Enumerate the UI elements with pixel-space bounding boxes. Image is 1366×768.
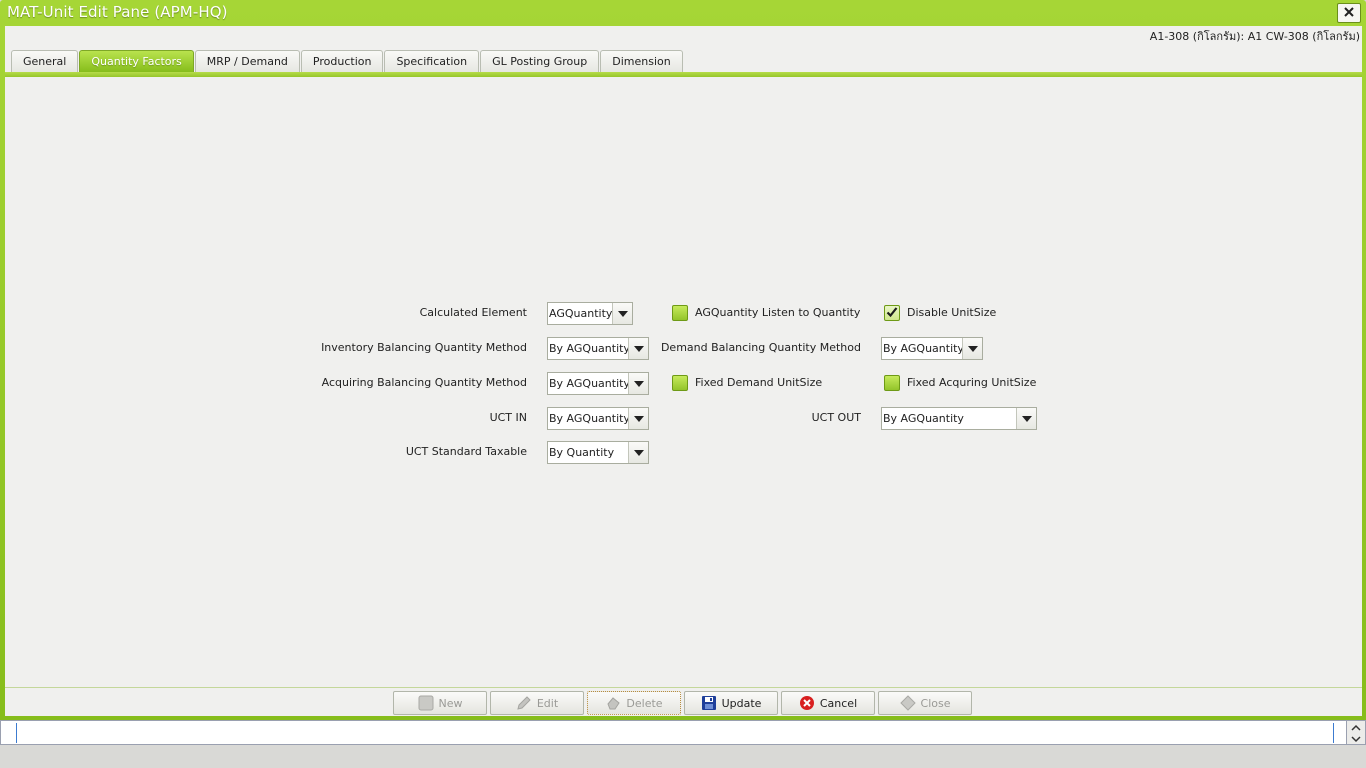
ag-listen-checkbox[interactable] [672,305,688,321]
chevron-down-icon[interactable] [628,408,648,429]
update-button[interactable]: Update [684,691,778,715]
ag-listen-label: AGQuantity Listen to Quantity [695,306,861,319]
fixed-demand-checkbox[interactable] [672,375,688,391]
cancel-button-label: Cancel [819,696,858,710]
calculated-element-value: AGQuantity [549,307,612,320]
chevron-down-icon[interactable] [1347,733,1365,745]
delete-button-label: Delete [626,696,663,710]
demand-balancing-label: Demand Balancing Quantity Method [660,341,861,354]
uct-in-value: By AGQuantity [549,412,628,425]
inventory-balancing-value: By AGQuantity [549,342,628,355]
tab-dimension[interactable]: Dimension [600,50,683,72]
chevron-down-icon[interactable] [612,303,632,324]
tab-mrp-demand[interactable]: MRP / Demand [194,50,300,72]
uct-in-select[interactable]: By AGQuantity [547,407,649,430]
close-button-label: Close [920,696,951,710]
delete-button[interactable]: Delete [587,691,681,715]
fixed-acquring-checkbox[interactable] [884,375,900,391]
chevron-down-icon[interactable] [628,373,648,394]
diamond-icon [899,695,916,711]
uct-out-select[interactable]: By AGQuantity [881,407,1037,430]
calculated-element-select[interactable]: AGQuantity [547,302,633,325]
save-disk-icon [701,695,717,711]
input-right-edge [1333,723,1334,743]
uct-taxable-select[interactable]: By Quantity [547,441,649,464]
cancel-icon [799,695,815,711]
fixed-demand-label: Fixed Demand UnitSize [695,376,823,389]
uct-out-label: UCT OUT [811,411,861,424]
acquiring-balancing-select[interactable]: By AGQuantity [547,372,649,395]
tab-bar: General Quantity Factors MRP / Demand Pr… [11,50,684,72]
status-bar [0,745,1366,768]
new-button-label: New [438,696,463,710]
edit-button[interactable]: Edit [490,691,584,715]
demand-balancing-select[interactable]: By AGQuantity [881,337,983,360]
eraser-icon [605,695,621,711]
record-breadcrumb: A1-308 (กิโลกรัม): A1 CW-308 (กิโลกรัม) [1149,30,1360,43]
pencil-icon [516,695,532,711]
acquiring-balancing-label: Acquiring Balancing Quantity Method [321,376,527,389]
quantity-factors-form: Calculated Element AGQuantity AGQuantity… [5,77,1362,687]
tab-quantity-factors[interactable]: Quantity Factors [79,50,194,72]
tab-general[interactable]: General [11,50,79,72]
close-button[interactable]: Close [878,691,972,715]
chevron-down-icon[interactable] [628,442,648,463]
disable-unitsize-label: Disable UnitSize [907,306,997,319]
command-input[interactable] [0,720,1347,745]
chevron-up-icon[interactable] [1347,721,1365,733]
new-document-icon [418,695,434,711]
demand-balancing-value: By AGQuantity [883,342,962,355]
window-close-button[interactable] [1337,3,1361,23]
close-icon [1343,6,1355,21]
action-button-bar: New Edit Delete Update Cancel Close [5,687,1362,716]
fixed-acquring-label: Fixed Acquring UnitSize [907,376,1037,389]
chevron-down-icon[interactable] [962,338,982,359]
acquiring-balancing-value: By AGQuantity [549,377,628,390]
chevron-down-icon[interactable] [1016,408,1036,429]
inventory-balancing-label: Inventory Balancing Quantity Method [321,341,527,354]
calculated-element-label: Calculated Element [419,306,527,319]
uct-taxable-value: By Quantity [549,446,615,459]
uct-in-label: UCT IN [489,411,527,424]
cancel-button[interactable]: Cancel [781,691,875,715]
command-spinner [1347,720,1366,745]
pane-content: A1-308 (กิโลกรัม): A1 CW-308 (กิโลกรัม) … [5,26,1362,716]
uct-out-value: By AGQuantity [883,412,964,425]
new-button[interactable]: New [393,691,487,715]
update-button-label: Update [721,696,762,710]
tab-gl-posting-group[interactable]: GL Posting Group [480,50,600,72]
edit-pane-window: MAT-Unit Edit Pane (APM-HQ) A1-308 (กิโล… [0,0,1366,720]
window-title: MAT-Unit Edit Pane (APM-HQ) [7,3,228,21]
tab-production[interactable]: Production [300,50,384,72]
edit-button-label: Edit [536,696,559,710]
text-caret [16,723,17,743]
title-bar[interactable]: MAT-Unit Edit Pane (APM-HQ) [0,0,1366,26]
tab-specification[interactable]: Specification [384,50,480,72]
checkmark-icon [886,306,898,321]
uct-taxable-label: UCT Standard Taxable [405,445,527,458]
disable-unitsize-checkbox[interactable] [884,305,900,321]
